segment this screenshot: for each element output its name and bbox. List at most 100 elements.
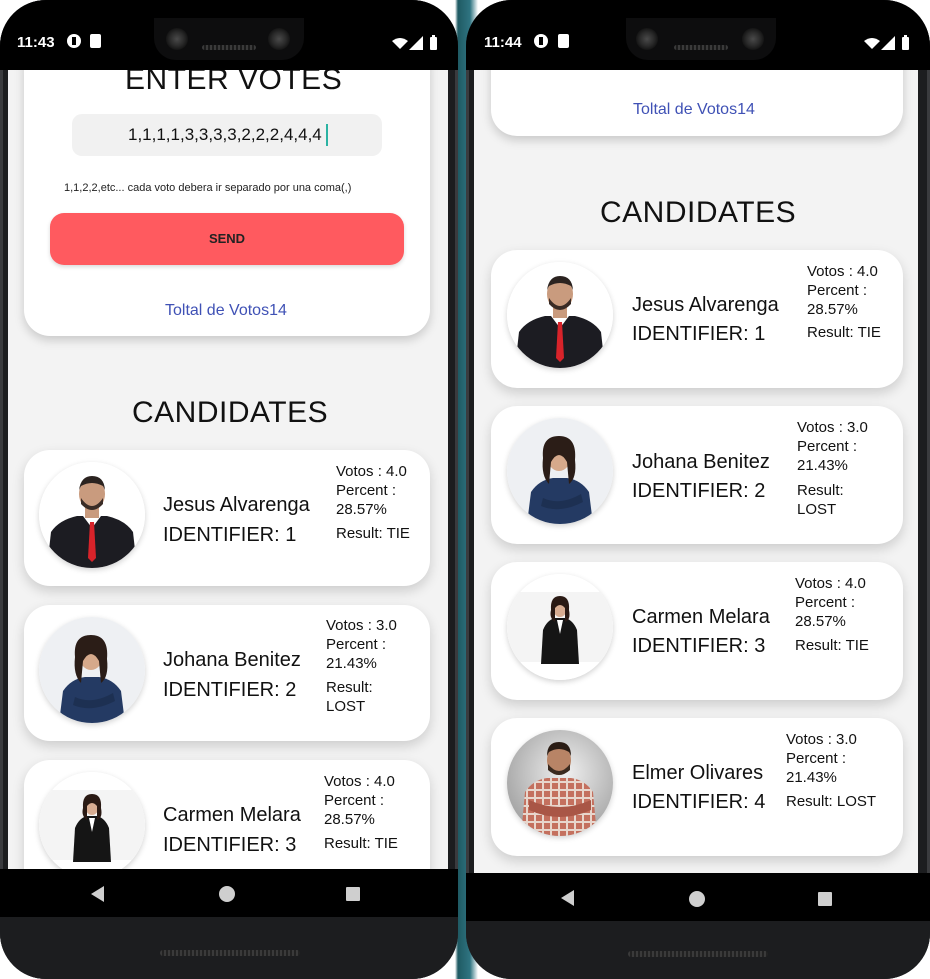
status-notification-icon [67, 34, 81, 48]
candidate-result-value: LOST [797, 501, 837, 518]
candidate-card[interactable]: Carmen Melara IDENTIFIER: 3 Votos : 4.0 … [24, 760, 430, 869]
send-button[interactable]: SEND [50, 213, 404, 265]
candidate-identifier: IDENTIFIER: 3 [163, 834, 297, 856]
signal-battery-icons [864, 35, 909, 50]
candidate-card[interactable]: Jesus Alvarenga IDENTIFIER: 1 Votos : 4.… [24, 450, 430, 586]
earpiece-speaker [202, 45, 256, 50]
candidate-percent: 28.57% [807, 301, 858, 318]
candidate-percent-label: Percent : [807, 282, 868, 299]
candidate-percent: 28.57% [336, 501, 387, 518]
status-time: 11:44 [484, 34, 522, 51]
candidate-name: Elmer Olivares [632, 762, 764, 784]
woman-black-suit-avatar [507, 574, 613, 680]
navigation-bar [0, 869, 458, 917]
total-votes-label: Toltal de Votos14 [165, 302, 287, 319]
candidate-votes: Votos : 3.0 [797, 419, 868, 436]
woman-navy-suit-avatar [39, 617, 145, 723]
home-icon[interactable] [219, 886, 235, 902]
avatar-image [39, 462, 145, 568]
phone-chin [0, 917, 458, 979]
candidate-card[interactable]: Johana Benitez IDENTIFIER: 2 Votos : 3.0… [491, 406, 903, 544]
front-camera-icon [268, 28, 290, 50]
woman-navy-suit-avatar [507, 418, 613, 524]
front-camera-icon [742, 28, 764, 50]
candidate-percent-label: Percent : [326, 636, 387, 653]
candidate-identifier: IDENTIFIER: 2 [632, 480, 766, 502]
candidate-name: Carmen Melara [163, 804, 301, 826]
candidate-name: Johana Benitez [163, 649, 301, 671]
navigation-bar [466, 873, 930, 921]
candidate-card[interactable]: Johana Benitez IDENTIFIER: 2 Votos : 3.0… [24, 605, 430, 741]
woman-black-suit-avatar [39, 772, 145, 869]
candidate-votes: Votos : 3.0 [326, 617, 397, 634]
candidates-title: CANDIDATES [132, 396, 329, 429]
votes-hint: 1,1,2,2,etc... cada voto debera ir separ… [64, 182, 352, 194]
app-screen[interactable]: ENTER VOTES 1,1,1,1,3,3,3,3,2,2,2,4,4,4 … [8, 70, 448, 869]
candidate-votes: Votos : 4.0 [795, 575, 866, 592]
candidates-title: CANDIDATES [600, 196, 797, 229]
avatar-image [39, 617, 145, 723]
candidate-percent-label: Percent : [324, 792, 385, 809]
sd-card-icon [90, 34, 101, 48]
candidate-card[interactable]: Carmen Melara IDENTIFIER: 3 Votos : 4.0 … [491, 562, 903, 700]
candidate-card[interactable]: Jesus Alvarenga IDENTIFIER: 1 Votos : 4.… [491, 250, 903, 388]
candidate-result: Result: [797, 482, 844, 499]
man-suit-red-tie-avatar [39, 462, 145, 568]
candidate-name: Johana Benitez [632, 451, 770, 473]
candidate-result: Result: TIE [324, 835, 398, 852]
candidate-percent-label: Percent : [795, 594, 856, 611]
avatar-image [507, 418, 613, 524]
camera-notch [626, 18, 776, 60]
candidate-name: Carmen Melara [632, 606, 770, 628]
status-bar: 11:43 [0, 0, 458, 70]
candidate-result: Result: LOST [786, 793, 877, 810]
home-icon[interactable] [689, 891, 705, 907]
signal-battery-icons [392, 35, 437, 50]
text-cursor [326, 124, 328, 146]
earpiece-speaker [674, 45, 728, 50]
avatar-image [507, 262, 613, 368]
bottom-speaker [628, 951, 768, 957]
candidate-result: Result: TIE [807, 324, 881, 341]
sd-card-icon [558, 34, 569, 48]
enter-votes-title: ENTER VOTES [125, 70, 343, 96]
right-phone: 11:44 Toltal de Votos14 CANDIDATES Jesus… [466, 0, 930, 979]
candidate-percent: 28.57% [795, 613, 846, 630]
camera-notch [154, 18, 304, 60]
candidate-result: Result: TIE [336, 525, 410, 542]
candidate-result: Result: [326, 679, 373, 696]
phone-chin [466, 921, 930, 979]
avatar-image [39, 772, 145, 869]
candidate-result-value: LOST [326, 698, 366, 715]
left-phone: 11:43 ENTER VOTES 1,1,1,1,3,3,3,3,2,2,2,… [0, 0, 458, 979]
candidate-result: Result: TIE [795, 637, 869, 654]
enter-votes-card: ENTER VOTES 1,1,1,1,3,3,3,3,2,2,2,4,4,4 … [24, 70, 430, 336]
candidate-identifier: IDENTIFIER: 2 [163, 679, 297, 701]
total-votes-label: Toltal de Votos14 [633, 101, 755, 118]
candidate-votes: Votos : 4.0 [807, 263, 878, 280]
candidate-percent: 21.43% [326, 655, 377, 672]
votes-input[interactable]: 1,1,1,1,3,3,3,3,2,2,2,4,4,4 [72, 114, 382, 156]
recent-apps-icon[interactable] [346, 887, 360, 901]
man-suit-red-tie-avatar [507, 262, 613, 368]
back-icon[interactable] [561, 890, 574, 906]
recent-apps-icon[interactable] [818, 892, 832, 906]
status-bar: 11:44 [466, 0, 930, 70]
status-notification-icon [534, 34, 548, 48]
candidate-percent: 28.57% [324, 811, 375, 828]
front-camera-icon [166, 28, 188, 50]
app-screen[interactable]: Toltal de Votos14 CANDIDATES Jesus Alvar… [474, 70, 918, 873]
candidate-identifier: IDENTIFIER: 1 [163, 524, 297, 546]
candidate-identifier: IDENTIFIER: 4 [632, 791, 766, 813]
candidate-card[interactable]: Elmer Olivares IDENTIFIER: 4 Votos : 3.0… [491, 718, 903, 856]
candidate-identifier: IDENTIFIER: 3 [632, 635, 766, 657]
candidate-percent-label: Percent : [336, 482, 397, 499]
candidate-name: Jesus Alvarenga [632, 294, 779, 316]
candidate-votes: Votos : 4.0 [324, 773, 395, 790]
bottom-speaker [160, 950, 300, 956]
man-plaid-shirt-avatar [507, 730, 613, 836]
avatar-image [507, 730, 613, 836]
candidate-name: Jesus Alvarenga [163, 494, 310, 516]
votes-input-value: 1,1,1,1,3,3,3,3,2,2,2,4,4,4 [128, 125, 322, 144]
back-icon[interactable] [91, 886, 104, 902]
